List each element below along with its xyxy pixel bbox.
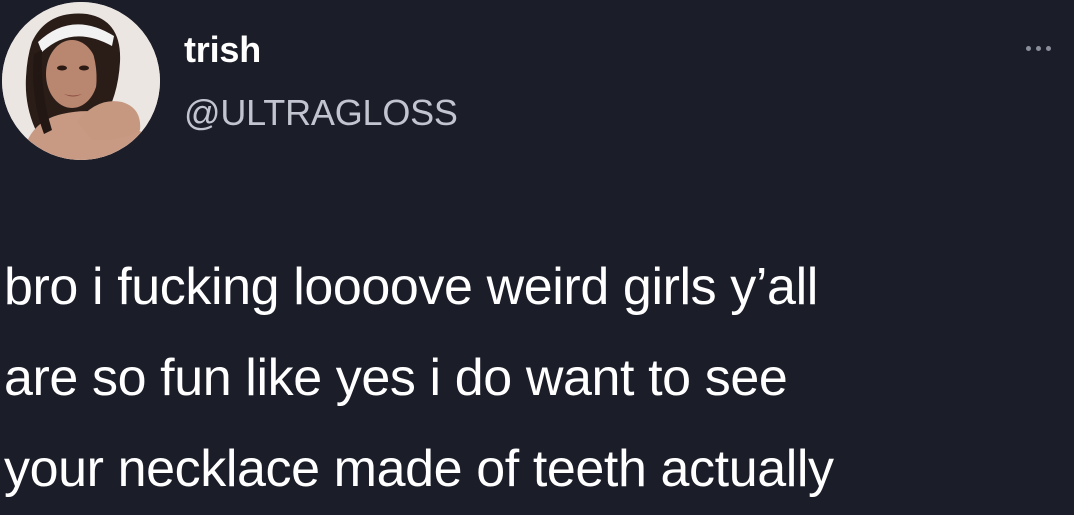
user-handle[interactable]: @ULTRAGLOSS bbox=[184, 93, 458, 133]
avatar[interactable] bbox=[2, 2, 160, 160]
tweet-text-line: bro i fucking loooove weird girls y’all bbox=[4, 258, 818, 316]
avatar-photo bbox=[2, 2, 160, 160]
more-horizontal-icon-dot bbox=[1046, 45, 1051, 51]
more-horizontal-icon-dot bbox=[1036, 45, 1041, 51]
tweet-text-line: are so fun like yes i do want to see bbox=[4, 349, 788, 407]
more-horizontal-icon bbox=[1026, 45, 1031, 51]
more-options-button[interactable] bbox=[1026, 36, 1074, 60]
tweet-card: trish @ULTRAGLOSS bro i fucking loooove … bbox=[0, 0, 1074, 510]
tweet-text: bro i fucking loooove weird girls y’all … bbox=[4, 242, 1070, 515]
tweet-text-line: your necklace made of teeth actually bbox=[4, 440, 834, 498]
display-name[interactable]: trish bbox=[184, 30, 261, 70]
